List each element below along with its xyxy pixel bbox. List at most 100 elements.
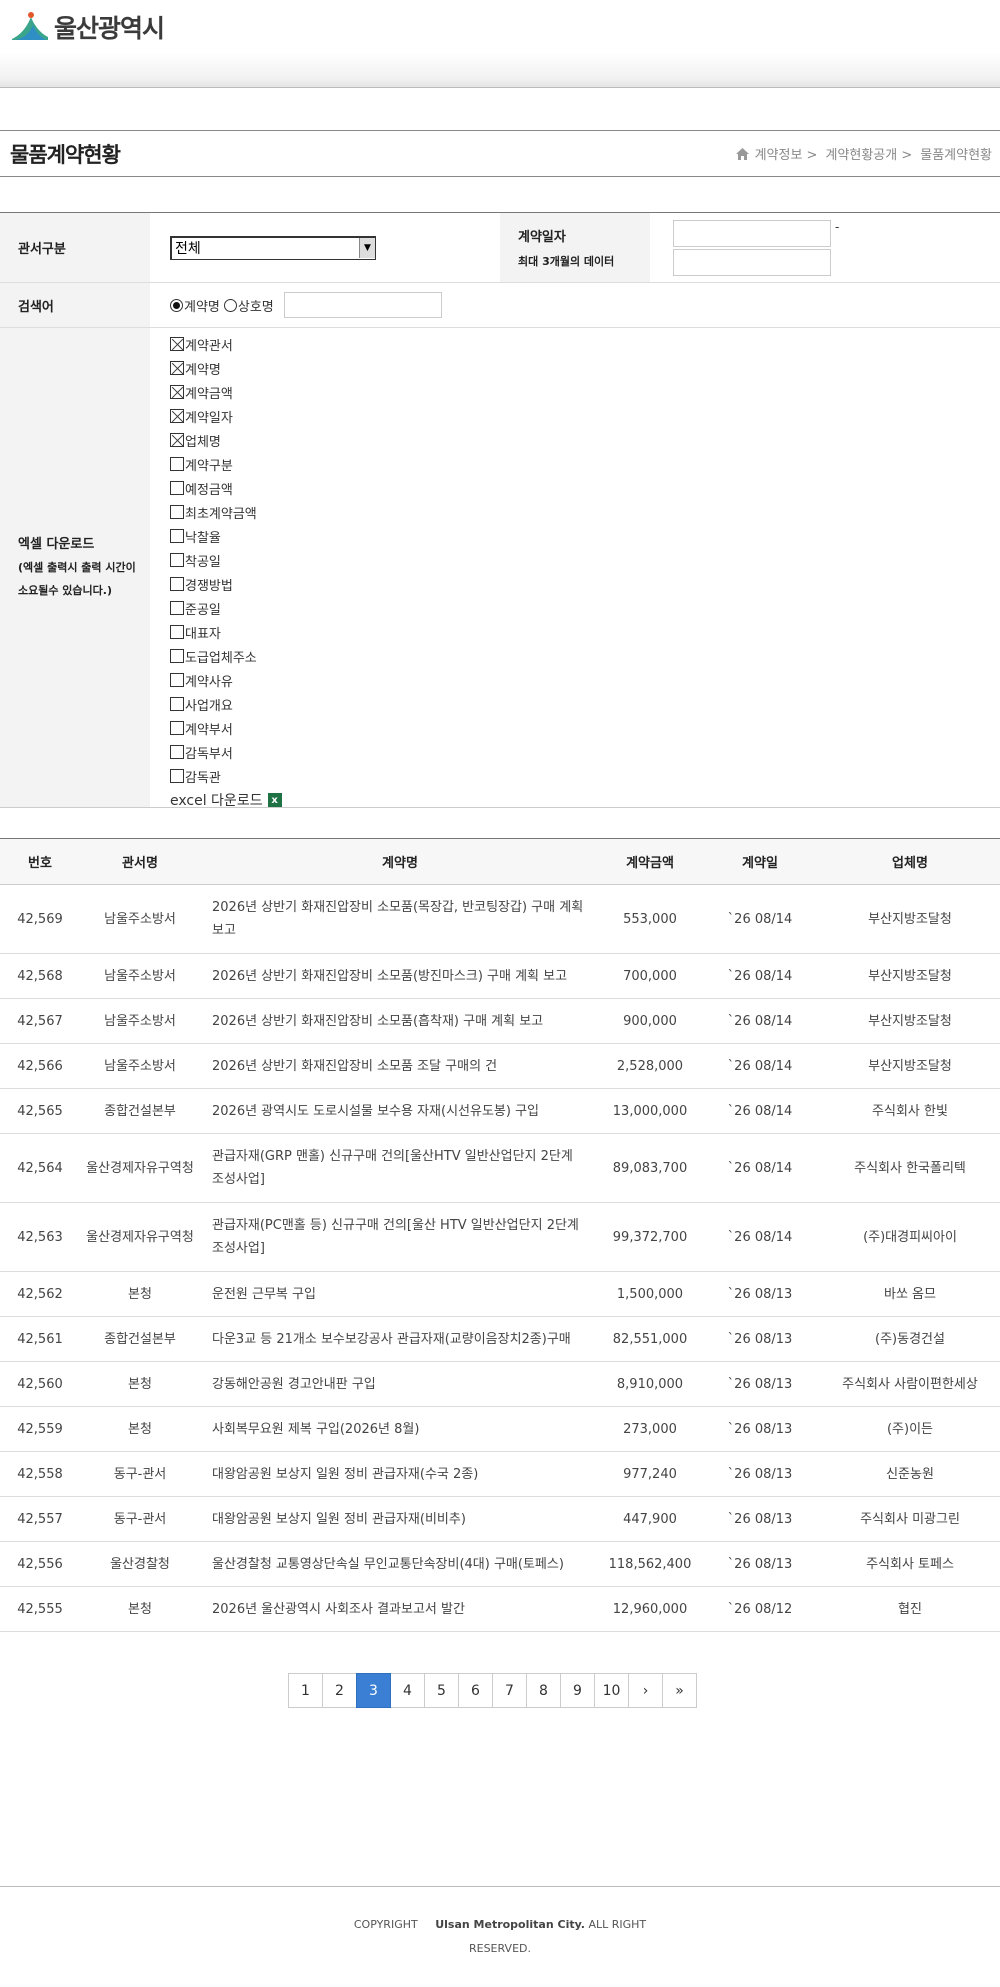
date-start-input[interactable] — [673, 219, 831, 247]
page-link[interactable]: 5 — [424, 1673, 459, 1708]
excel-column-checkbox[interactable]: 도급업체주소 — [170, 644, 282, 668]
excel-column-checkbox[interactable]: 계약명 — [170, 356, 282, 380]
contract-name[interactable]: 관급자재(GRP 맨홀) 신규구매 건의[울산HTV 일반산업단지 2단계 조성… — [200, 1133, 600, 1203]
site-logo[interactable]: 울산광역시 — [10, 9, 165, 45]
breadcrumb-item[interactable]: 계약정보 > — [755, 144, 818, 163]
contract-name[interactable]: 대왕암공원 보상지 일원 정비 관급자재(수국 2종) — [200, 1451, 600, 1497]
table-row[interactable]: 42,569 남울주소방서 2026년 상반기 화재진압장비 소모품(목장갑, 반코… — [0, 884, 1000, 954]
excel-column-checkbox[interactable]: 계약금액 — [170, 380, 282, 404]
excel-column-checkbox[interactable]: 계약부서 — [170, 716, 282, 740]
contract-name[interactable]: 2026년 상반기 화재진압장비 소모품 조달 구매의 건 — [200, 1043, 600, 1089]
chevron-down-icon[interactable]: ▼ — [359, 238, 375, 258]
table-row[interactable]: 42,561 종합건설본부 다운3교 등 21개소 보수보강공사 관급자재(교량이음… — [0, 1316, 1000, 1362]
contract-name[interactable]: 2026년 상반기 화재진압장비 소모품(방진마스크) 구매 계획 보고 — [200, 953, 600, 999]
breadcrumb-item[interactable]: 계약현황공개 > — [825, 144, 912, 163]
contract-name[interactable]: 사회복무요원 제복 구입(2026년 8월) — [200, 1406, 600, 1452]
keyword-input[interactable] — [283, 292, 442, 318]
page-link[interactable]: 1 — [288, 1673, 323, 1708]
excel-column-checkbox[interactable]: 감독부서 — [170, 740, 282, 764]
page-link[interactable]: 9 — [560, 1673, 595, 1708]
excel-column-checkbox[interactable]: 계약구분 — [170, 452, 282, 476]
excel-column-checkbox[interactable]: 예정금액 — [170, 476, 282, 500]
page-link[interactable]: 7 — [492, 1673, 527, 1708]
checkbox-unchecked-icon[interactable] — [170, 457, 184, 471]
contract-name[interactable]: 2026년 광역시도 도로시설물 보수용 자재(시선유도봉) 구입 — [200, 1088, 600, 1134]
excel-column-checkbox[interactable]: 준공일 — [170, 596, 282, 620]
row-number: 42,565 — [0, 1088, 80, 1134]
table-row[interactable]: 42,562 본청 운전원 근무복 구입 1,500,000 `26 08/13 바쏘 옴… — [0, 1271, 1000, 1317]
checkbox-checked-icon[interactable] — [170, 385, 184, 399]
table-row[interactable]: 42,560 본청 강동해안공원 경고안내판 구입 8,910,000 `26 08/1… — [0, 1361, 1000, 1407]
next-page-icon[interactable]: › — [628, 1673, 663, 1708]
contract-name[interactable]: 강동해안공원 경고안내판 구입 — [200, 1361, 600, 1407]
contract-name[interactable]: 운전원 근무복 구입 — [200, 1271, 600, 1317]
table-row[interactable]: 42,567 남울주소방서 2026년 상반기 화재진압장비 소모품(흡착재) 구매… — [0, 998, 1000, 1044]
excel-column-checkbox[interactable]: 착공일 — [170, 548, 282, 572]
contract-amount: 8,910,000 — [600, 1361, 700, 1407]
contract-name[interactable]: 2026년 울산광역시 사회조사 결과보고서 발간 — [200, 1586, 600, 1632]
excel-column-checkbox[interactable]: 최초계약금액 — [170, 500, 282, 524]
table-row[interactable]: 42,568 남울주소방서 2026년 상반기 화재진압장비 소모품(방진마스크) … — [0, 953, 1000, 999]
checkbox-unchecked-icon[interactable] — [170, 481, 184, 495]
checkbox-unchecked-icon[interactable] — [170, 601, 184, 615]
table-row[interactable]: 42,557 동구-관서 대왕암공원 보상지 일원 정비 관급자재(비비추) 447,… — [0, 1496, 1000, 1542]
excel-column-checkbox[interactable]: 계약사유 — [170, 668, 282, 692]
table-row[interactable]: 42,558 동구-관서 대왕암공원 보상지 일원 정비 관급자재(수국 2종) 97… — [0, 1451, 1000, 1497]
radio-company-name[interactable]: 상호명 — [223, 296, 274, 315]
page-link[interactable]: 10 — [594, 1673, 629, 1708]
contract-name[interactable]: 다운3교 등 21개소 보수보강공사 관급자재(교량이음장치2종)구매 — [200, 1316, 600, 1362]
excel-column-checkbox[interactable]: 대표자 — [170, 620, 282, 644]
radio-unchecked-icon[interactable] — [223, 298, 237, 312]
excel-column-checkbox[interactable]: 계약일자 — [170, 404, 282, 428]
page-link[interactable]: 8 — [526, 1673, 561, 1708]
checkbox-unchecked-icon[interactable] — [170, 649, 184, 663]
checkbox-unchecked-icon[interactable] — [170, 697, 184, 711]
checkbox-checked-icon[interactable] — [170, 337, 184, 351]
radio-contract-name[interactable]: 계약명 — [170, 296, 220, 315]
table-row[interactable]: 42,555 본청 2026년 울산광역시 사회조사 결과보고서 발간 12,960,… — [0, 1586, 1000, 1632]
excel-download-button[interactable]: excel 다운로드 x — [170, 788, 282, 812]
excel-column-checkbox[interactable]: 사업개요 — [170, 692, 282, 716]
checkbox-unchecked-icon[interactable] — [170, 505, 184, 519]
contract-name[interactable]: 울산경찰청 교통영상단속실 무인교통단속장비(4대) 구매(토페스) — [200, 1541, 600, 1587]
table-row[interactable]: 42,556 울산경찰청 울산경찰청 교통영상단속실 무인교통단속장비(4대) 구매… — [0, 1541, 1000, 1587]
checkbox-checked-icon[interactable] — [170, 361, 184, 375]
contract-name[interactable]: 관급자재(PC맨홀 등) 신규구매 건의[울산 HTV 일반산업단지 2단계 조… — [200, 1202, 600, 1272]
excel-column-checkbox[interactable]: 감독관 — [170, 764, 282, 788]
excel-file-icon[interactable]: x — [267, 793, 282, 807]
checkbox-checked-icon[interactable] — [170, 433, 184, 447]
checkbox-unchecked-icon[interactable] — [170, 577, 184, 591]
company-name: 주식회사 사람이편한세상 — [820, 1361, 1000, 1407]
contract-name[interactable]: 2026년 상반기 화재진압장비 소모품(목장갑, 반코팅장갑) 구매 계획 보… — [200, 884, 600, 954]
page-current[interactable]: 3 — [356, 1673, 391, 1708]
table-row[interactable]: 42,563 울산경제자유구역청 관급자재(PC맨홀 등) 신규구매 건의[울산 H… — [0, 1202, 1000, 1272]
checkbox-unchecked-icon[interactable] — [170, 721, 184, 735]
contract-name[interactable]: 대왕암공원 보상지 일원 정비 관급자재(비비추) — [200, 1496, 600, 1542]
checkbox-unchecked-icon[interactable] — [170, 745, 184, 759]
checkbox-unchecked-icon[interactable] — [170, 625, 184, 639]
radio-checked-icon[interactable] — [170, 298, 183, 312]
table-row[interactable]: 42,565 종합건설본부 2026년 광역시도 도로시설물 보수용 자재(시선유도… — [0, 1088, 1000, 1134]
excel-column-checkbox[interactable]: 업체명 — [170, 428, 282, 452]
checkbox-unchecked-icon[interactable] — [170, 673, 184, 687]
office-label: 관서구분 — [0, 213, 150, 282]
excel-column-checkbox[interactable]: 계약관서 — [170, 332, 282, 356]
checkbox-unchecked-icon[interactable] — [170, 553, 184, 567]
page-link[interactable]: 6 — [458, 1673, 493, 1708]
checkbox-checked-icon[interactable] — [170, 409, 184, 423]
last-page-icon[interactable]: » — [662, 1673, 697, 1708]
table-row[interactable]: 42,566 남울주소방서 2026년 상반기 화재진압장비 소모품 조달 구매의 … — [0, 1043, 1000, 1089]
excel-column-checkbox[interactable]: 경쟁방법 — [170, 572, 282, 596]
checkbox-unchecked-icon[interactable] — [170, 529, 184, 543]
excel-column-checkbox[interactable]: 낙찰율 — [170, 524, 282, 548]
table-row[interactable]: 42,564 울산경제자유구역청 관급자재(GRP 맨홀) 신규구매 건의[울산HT… — [0, 1133, 1000, 1203]
table-row[interactable]: 42,559 본청 사회복무요원 제복 구입(2026년 8월) 273,000 `26… — [0, 1406, 1000, 1452]
row-number: 42,555 — [0, 1586, 80, 1632]
page-link[interactable]: 2 — [322, 1673, 357, 1708]
checkbox-unchecked-icon[interactable] — [170, 769, 184, 783]
contract-name[interactable]: 2026년 상반기 화재진압장비 소모품(흡착재) 구매 계획 보고 — [200, 998, 600, 1044]
page-link[interactable]: 4 — [390, 1673, 425, 1708]
date-end-input[interactable] — [673, 248, 831, 276]
home-icon[interactable] — [735, 147, 749, 160]
office-select[interactable]: 전체 ▼ — [170, 235, 376, 260]
